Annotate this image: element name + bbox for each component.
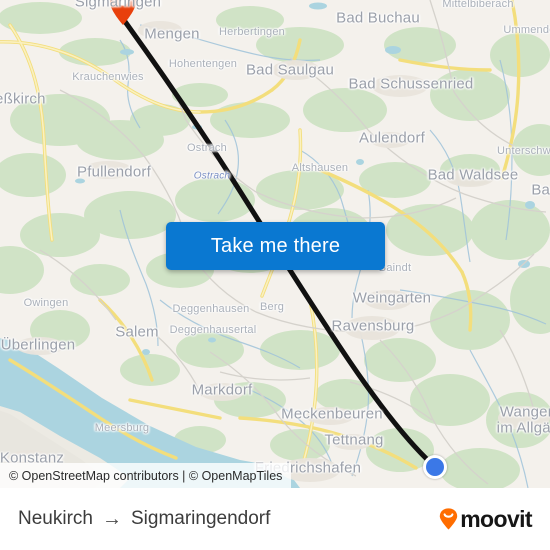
moovit-logo[interactable]: moovit <box>439 505 533 533</box>
route-destination-label: Sigmaringendorf <box>130 508 271 529</box>
route-origin-label: Neukirch <box>18 508 93 529</box>
moovit-pin-icon <box>440 508 458 530</box>
moovit-route-map-page: Sigmaringen Mengen Herbertingen Bad Buchau M… <box>0 0 550 550</box>
moovit-wordmark: moovit <box>460 505 532 532</box>
footer-bar: Neukirch → Sigmaringendorf moovit <box>0 488 550 550</box>
map-attribution[interactable]: © OpenStreetMap contributors | © OpenMap… <box>0 463 292 488</box>
route-summary: Neukirch → Sigmaringendorf <box>18 508 270 530</box>
take-me-there-button[interactable]: Take me there <box>166 222 385 270</box>
arrow-right-icon: → <box>101 508 122 530</box>
map-canvas[interactable]: Sigmaringen Mengen Herbertingen Bad Buchau M… <box>0 0 550 488</box>
destination-marker-dot[interactable] <box>423 455 447 479</box>
origin-marker-pin[interactable] <box>109 0 137 26</box>
